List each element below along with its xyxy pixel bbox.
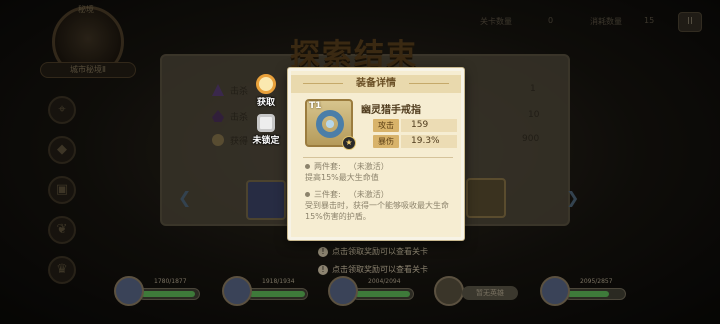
bullet-icon (305, 192, 310, 197)
hp-bar (564, 288, 626, 300)
item-tier: T1 (309, 101, 322, 111)
hint-text: 点击领取奖励可以查看关卡 (332, 265, 428, 274)
set-status: （未激活） (348, 162, 389, 171)
avatar (114, 276, 144, 306)
set-desc: 提高15%最大生命值 (305, 173, 379, 182)
star-icon: ★ (342, 136, 356, 150)
hp-fill (567, 291, 609, 297)
set-bonus-three: 三件套: （未激活） 受到暴击时，获得一个能够吸收最大生命15%伤害的护盾。 (305, 189, 455, 222)
bullet-icon (305, 164, 310, 169)
hp-fill (141, 291, 195, 297)
avatar (328, 276, 358, 306)
avatar (540, 276, 570, 306)
attribute-value: 19.3% (401, 135, 457, 148)
hp-bar (138, 288, 200, 300)
equipment-detail-popup[interactable]: 装备详情 T1 ★ 幽灵猎手戒指 攻击 159 暴伤 19.3% 两件套: （未激… (288, 68, 464, 240)
item-name: 幽灵猎手戒指 (361, 105, 421, 116)
set-desc: 受到暴击时，获得一个能够吸收最大生命15%伤害的护盾。 (305, 201, 449, 221)
hp-text: 2095/2857 (580, 278, 613, 285)
lock-icon (257, 114, 275, 132)
item-icon-frame: T1 ★ (305, 99, 356, 150)
game-screen: 秘境 城市秘境Ⅱ ⌖ ◆ ▣ ❦ ♛ 关卡数量 0 消耗数量 15 II 探索结… (0, 0, 720, 324)
hp-text: 2004/2094 (368, 278, 401, 285)
collect-badge[interactable]: 获取 (252, 74, 280, 108)
hp-text: 1918/1934 (262, 278, 295, 285)
hp-bar (246, 288, 308, 300)
collect-label: 获取 (256, 98, 275, 108)
empty-slot-tag: 暂无英雄 (462, 286, 518, 300)
empty-avatar (434, 276, 464, 306)
attribute-key: 攻击 (373, 119, 399, 132)
info-icon: ! (318, 265, 328, 275)
attribute-key: 暴伤 (373, 135, 399, 148)
unlock-badge[interactable]: 未锁定 (252, 114, 280, 146)
hp-text: 1780/1877 (154, 278, 187, 285)
set-title: 三件套: (314, 190, 341, 199)
info-icon: ! (318, 247, 328, 257)
ring-icon (316, 110, 344, 138)
divider (303, 157, 453, 158)
set-title: 两件套: (314, 162, 341, 171)
hint-line: ! 点击领取奖励可以查看关卡 (318, 264, 428, 275)
hint-line: ! 点击领取奖励可以查看关卡 (318, 246, 428, 257)
popup-title: 装备详情 (291, 75, 461, 93)
attribute-value: 159 (401, 119, 457, 132)
set-bonus-two: 两件套: （未激活） 提高15%最大生命值 (305, 161, 455, 183)
hp-bar (352, 288, 414, 300)
set-status: （未激活） (348, 190, 389, 199)
unlock-label: 未锁定 (252, 136, 280, 146)
hp-fill (249, 291, 305, 297)
hint-text: 点击领取奖励可以查看关卡 (332, 247, 428, 256)
hp-fill (355, 291, 410, 297)
avatar (222, 276, 252, 306)
magnifier-icon (256, 74, 276, 94)
